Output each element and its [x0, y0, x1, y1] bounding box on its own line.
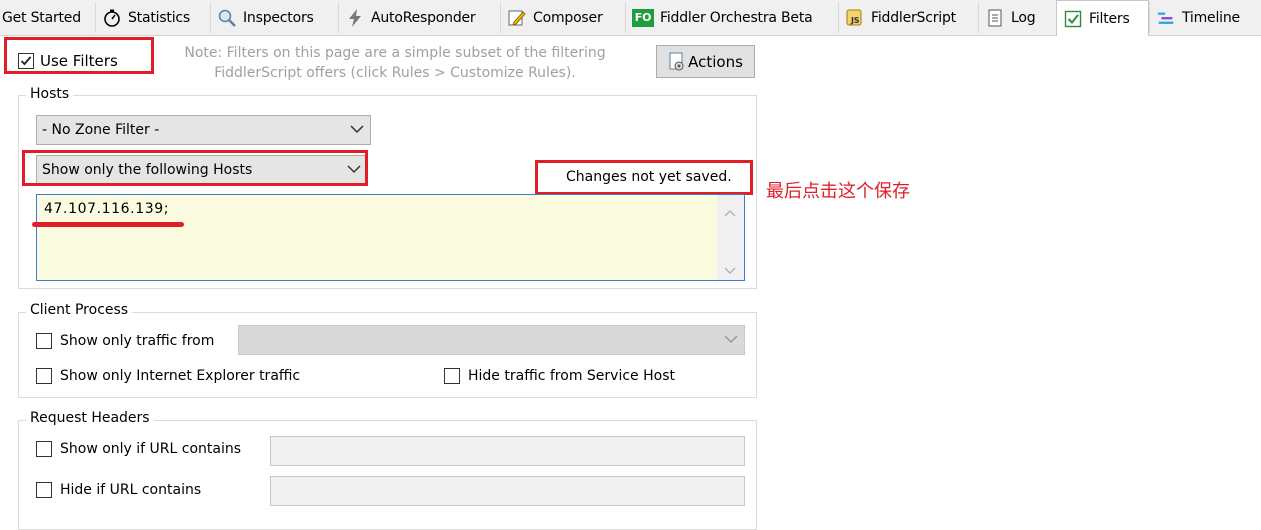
hide-service-host-label: Hide traffic from Service Host: [468, 368, 675, 384]
note-line-2: FiddlerScript offers (click Rules > Cust…: [214, 65, 576, 81]
tab-label: Timeline: [1182, 9, 1240, 26]
scroll-down-icon[interactable]: [724, 263, 736, 279]
scroll-up-icon[interactable]: [724, 205, 736, 221]
tab-statistics[interactable]: Statistics: [95, 2, 210, 33]
pencil-icon: [507, 8, 527, 28]
show-if-url-contains-checkbox[interactable]: Show only if URL contains: [36, 441, 241, 457]
annotation-note: 最后点击这个保存: [766, 181, 910, 202]
gear-document-icon: [668, 52, 686, 72]
chevron-down-icon: [350, 122, 364, 138]
use-filters-checkbox[interactable]: Use Filters: [18, 52, 118, 70]
stopwatch-icon: [102, 8, 122, 28]
actions-label: Actions: [688, 52, 743, 71]
tab-autoresponder[interactable]: AutoResponder: [338, 2, 500, 33]
show-only-traffic-from-label: Show only traffic from: [60, 333, 215, 349]
tab-fiddlerscript[interactable]: JS FiddlerScript: [838, 2, 978, 33]
lightning-icon: [345, 8, 365, 28]
process-dropdown[interactable]: [238, 325, 745, 355]
tab-label: Composer: [533, 9, 603, 26]
tab-label: AutoResponder: [371, 9, 476, 26]
checkbox[interactable]: [36, 482, 52, 498]
changes-status[interactable]: Changes not yet saved.: [566, 169, 732, 185]
fo-icon: FO: [632, 8, 654, 27]
script-icon-text: JS: [851, 15, 860, 25]
tab-inspectors[interactable]: Inspectors: [210, 2, 338, 33]
request-headers-title: Request Headers: [26, 410, 154, 426]
checkbox[interactable]: [36, 368, 52, 384]
document-icon: [985, 8, 1005, 28]
tab-filters[interactable]: Filters: [1056, 0, 1149, 36]
hide-if-url-contains-label: Hide if URL contains: [60, 482, 202, 498]
zone-filter-value: - No Zone Filter -: [42, 122, 160, 138]
tab-label: Statistics: [128, 9, 190, 26]
hide-if-url-contains-checkbox[interactable]: Hide if URL contains: [36, 482, 201, 498]
show-only-traffic-from-checkbox[interactable]: Show only traffic from: [36, 333, 214, 349]
use-filters-label: Use Filters: [40, 52, 118, 70]
note-line-1: Note: Filters on this page are a simple …: [184, 45, 606, 61]
checkbox[interactable]: [18, 53, 34, 69]
checkbox[interactable]: [444, 368, 460, 384]
hosts-scrollbar[interactable]: [717, 195, 744, 280]
script-icon: JS: [845, 8, 865, 28]
hide-if-url-input[interactable]: [270, 476, 745, 506]
chevron-down-icon: [724, 332, 738, 348]
tab-log[interactable]: Log: [978, 2, 1056, 33]
highlight-underline: [32, 222, 184, 227]
tab-label: Fiddler Orchestra Beta: [660, 9, 813, 26]
zone-filter-dropdown[interactable]: - No Zone Filter -: [36, 115, 371, 145]
timeline-icon: [1156, 8, 1176, 28]
tab-timeline[interactable]: Timeline: [1149, 2, 1261, 33]
hosts-textarea[interactable]: 47.107.116.139;: [36, 194, 745, 281]
tab-label: Get Started: [2, 9, 81, 26]
hosts-textarea-value: 47.107.116.139;: [44, 201, 170, 217]
filters-note: Note: Filters on this page are a simple …: [160, 43, 630, 83]
tab-label: Filters: [1089, 10, 1130, 27]
show-only-ie-label: Show only Internet Explorer traffic: [60, 368, 301, 384]
tab-label: Inspectors: [243, 9, 314, 26]
checkbox-icon: [1063, 9, 1083, 29]
checkbox[interactable]: [36, 441, 52, 457]
magnifier-icon: [217, 8, 237, 28]
tab-fiddler-orchestra[interactable]: FO Fiddler Orchestra Beta: [625, 2, 838, 33]
tab-strip: Get Started Statistics Inspectors AutoRe…: [0, 0, 1261, 36]
tab-label: FiddlerScript: [871, 9, 956, 26]
client-process-title: Client Process: [26, 302, 133, 318]
tab-get-started[interactable]: Get Started: [0, 2, 95, 33]
show-if-url-contains-label: Show only if URL contains: [60, 441, 242, 457]
chevron-down-icon: [347, 162, 361, 178]
hosts-group-title: Hosts: [26, 86, 74, 102]
host-filter-dropdown[interactable]: Show only the following Hosts: [36, 155, 368, 185]
fo-icon-text: FO: [634, 11, 652, 24]
hide-service-host-checkbox[interactable]: Hide traffic from Service Host: [444, 368, 675, 384]
tab-label: Log: [1011, 9, 1036, 26]
actions-button[interactable]: Actions: [656, 45, 755, 78]
tab-composer[interactable]: Composer: [500, 2, 625, 33]
show-if-url-input[interactable]: [270, 436, 745, 466]
show-only-ie-checkbox[interactable]: Show only Internet Explorer traffic: [36, 368, 300, 384]
checkbox[interactable]: [36, 333, 52, 349]
host-filter-value: Show only the following Hosts: [42, 162, 253, 178]
